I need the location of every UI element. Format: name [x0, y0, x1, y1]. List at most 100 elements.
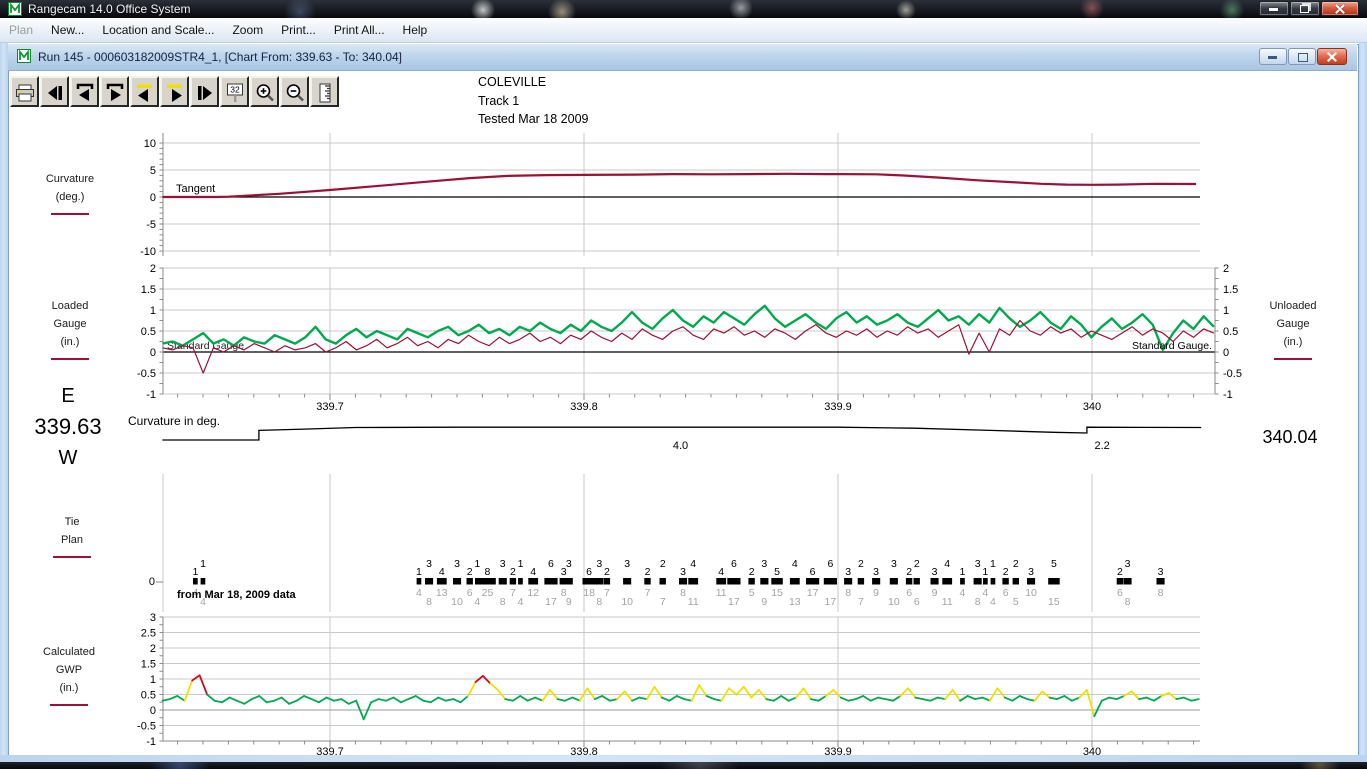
menu-item-print[interactable]: Print...: [272, 20, 325, 40]
svg-text:10: 10: [621, 596, 633, 608]
charts-canvas: 1050-5-10Tangent221.51.5110.50.500-0.5-0…: [0, 0, 1367, 769]
svg-text:10: 10: [144, 138, 156, 150]
svg-text:2: 2: [150, 263, 156, 275]
svg-text:4: 4: [518, 596, 524, 608]
svg-text:5: 5: [1051, 558, 1057, 570]
menu-item-new[interactable]: New...: [42, 20, 93, 40]
toolbar-zoom-in-button[interactable]: [250, 76, 279, 107]
svg-text:2: 2: [749, 566, 755, 578]
svg-text:7: 7: [510, 587, 516, 599]
menu-item-printall[interactable]: Print All...: [325, 20, 394, 40]
menu-bar: PlanNew...Location and Scale...ZoomPrint…: [0, 18, 1367, 43]
toolbar-jump-back-button[interactable]: [70, 76, 99, 107]
svg-text:3: 3: [596, 558, 602, 570]
svg-text:9: 9: [873, 587, 879, 599]
menu-item-locationandscale[interactable]: Location and Scale...: [93, 20, 223, 40]
toolbar-step-forward-button[interactable]: [190, 76, 219, 107]
close-icon: [1327, 52, 1337, 62]
svg-text:3: 3: [500, 558, 506, 570]
svg-text:-0.5: -0.5: [137, 368, 156, 380]
svg-text:1.5: 1.5: [141, 659, 156, 671]
restore-icon: [1298, 53, 1308, 62]
svg-text:1: 1: [200, 558, 206, 570]
svg-text:4: 4: [474, 596, 480, 608]
menu-item-help[interactable]: Help: [394, 20, 437, 40]
svg-text:2: 2: [1223, 263, 1229, 275]
toolbar-scale-button[interactable]: [310, 76, 339, 107]
svg-text:-10: -10: [140, 246, 156, 258]
chart-restore-button[interactable]: [1288, 48, 1316, 65]
svg-text:3: 3: [426, 558, 432, 570]
svg-text:1: 1: [960, 566, 966, 578]
svg-text:17: 17: [825, 596, 837, 608]
app-restore-button[interactable]: [1290, 1, 1320, 16]
svg-text:8: 8: [1158, 587, 1164, 599]
svg-text:1: 1: [990, 558, 996, 570]
svg-text:339.9: 339.9: [824, 401, 852, 413]
svg-text:32: 32: [230, 84, 240, 94]
svg-text:3: 3: [454, 558, 460, 570]
svg-text:339.7: 339.7: [316, 746, 344, 758]
tie-plan-zero-label: 0: [141, 576, 155, 588]
menu-item-zoom[interactable]: Zoom: [223, 20, 272, 40]
svg-text:6: 6: [467, 587, 473, 599]
curvature-legend-line: [51, 213, 89, 215]
svg-text:339.9: 339.9: [824, 746, 852, 758]
svg-text:339.7: 339.7: [316, 401, 344, 413]
panel-label-gwp: CalculatedGWP(in.): [27, 643, 111, 706]
toolbar-jump-forward-button[interactable]: [100, 76, 129, 107]
svg-text:6: 6: [827, 558, 833, 570]
svg-text:8: 8: [485, 566, 491, 578]
chart-window-title: Run 145 - 000603182009STR4_1, [Chart Fro…: [38, 50, 402, 64]
svg-text:2: 2: [1013, 558, 1019, 570]
svg-text:5: 5: [150, 165, 156, 177]
svg-text:2: 2: [1003, 566, 1009, 578]
svg-text:25: 25: [482, 587, 494, 599]
toolbar-step-back-button[interactable]: [40, 76, 69, 107]
svg-text:1.5: 1.5: [1223, 284, 1238, 296]
svg-text:9: 9: [566, 596, 572, 608]
svg-text:Tangent: Tangent: [176, 183, 215, 195]
svg-text:7: 7: [858, 596, 864, 608]
svg-text:Standard Gauge.: Standard Gauge.: [1132, 340, 1212, 352]
toolbar-milepost-button[interactable]: 32: [220, 76, 249, 107]
svg-text:3: 3: [1028, 566, 1034, 578]
svg-text:4: 4: [982, 587, 988, 599]
direction-east-label: E: [26, 385, 110, 408]
svg-text:1: 1: [150, 305, 156, 317]
svg-text:0.5: 0.5: [1223, 326, 1238, 338]
svg-text:8: 8: [500, 596, 506, 608]
svg-text:6: 6: [548, 558, 554, 570]
desktop: Rangecam 14.0 Office System PlanNew...Lo…: [0, 0, 1367, 769]
app-window-title: Rangecam 14.0 Office System: [28, 2, 191, 16]
svg-text:18: 18: [583, 587, 595, 599]
svg-text:339.8: 339.8: [570, 401, 598, 413]
chart-window-title-bar[interactable]: Run 145 - 000603182009STR4_1, [Chart Fro…: [8, 44, 1357, 71]
chart-end-milepost: 340.04: [1242, 427, 1338, 448]
svg-text:6: 6: [731, 558, 737, 570]
toolbar-scan-forward-button[interactable]: [160, 76, 189, 107]
toolbar-print-button[interactable]: [10, 76, 39, 107]
svg-text:3: 3: [680, 566, 686, 578]
toolbar-zoom-out-button[interactable]: [280, 76, 309, 107]
toolbar-scan-back-button[interactable]: [130, 76, 159, 107]
svg-text:2.2: 2.2: [1095, 440, 1110, 452]
svg-text:3: 3: [873, 566, 879, 578]
svg-text:3: 3: [932, 566, 938, 578]
chart-close-button[interactable]: [1317, 48, 1347, 65]
app-logo-icon: [8, 2, 22, 16]
svg-text:2: 2: [906, 566, 912, 578]
app-close-button[interactable]: [1321, 1, 1359, 16]
svg-text:2: 2: [645, 566, 651, 578]
svg-text:-5: -5: [146, 219, 156, 231]
app-title-bar[interactable]: Rangecam 14.0 Office System: [0, 0, 1367, 18]
svg-text:1: 1: [416, 566, 422, 578]
svg-text:17: 17: [545, 596, 557, 608]
chart-minimize-button[interactable]: [1259, 48, 1287, 65]
svg-text:11: 11: [688, 596, 699, 608]
toolbar: 32: [10, 76, 340, 107]
app-minimize-button[interactable]: [1259, 1, 1289, 16]
svg-text:3: 3: [624, 558, 630, 570]
svg-text:6: 6: [810, 566, 816, 578]
svg-text:1.5: 1.5: [141, 284, 156, 296]
